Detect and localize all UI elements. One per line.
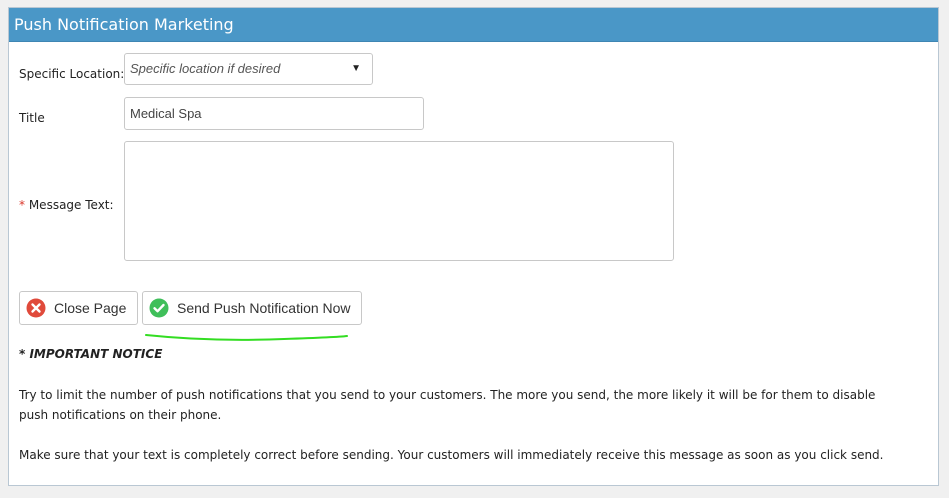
title-label: Title: [19, 111, 45, 125]
message-textarea[interactable]: [124, 141, 674, 261]
required-mark: *: [19, 198, 25, 212]
panel-title: Push Notification Marketing: [9, 8, 938, 42]
close-page-label: Close Page: [54, 300, 127, 316]
notice-paragraph-1: Try to limit the number of push notifica…: [19, 388, 876, 422]
check-circle-icon: [149, 298, 169, 318]
send-push-notification-label: Send Push Notification Now: [177, 300, 351, 316]
close-circle-icon: [26, 298, 46, 318]
message-label-wrap: * Message Text:: [19, 198, 114, 212]
annotation-underline: [145, 334, 348, 341]
title-input[interactable]: Medical Spa: [124, 97, 424, 130]
close-page-button[interactable]: Close Page: [19, 291, 138, 325]
send-push-notification-button[interactable]: Send Push Notification Now: [142, 291, 362, 325]
notice-paragraph-2: Make sure that your text is completely c…: [19, 448, 884, 462]
location-placeholder: Specific location if desired: [130, 61, 281, 76]
push-notification-panel: Push Notification Marketing Specific Loc…: [8, 7, 939, 486]
location-select[interactable]: Specific location if desired ▼: [124, 53, 373, 85]
caret-down-icon: ▼: [351, 63, 361, 74]
important-notice-heading: * IMPORTANT NOTICE: [19, 347, 163, 361]
message-label: Message Text:: [28, 198, 114, 212]
location-label: Specific Location:: [19, 67, 125, 81]
